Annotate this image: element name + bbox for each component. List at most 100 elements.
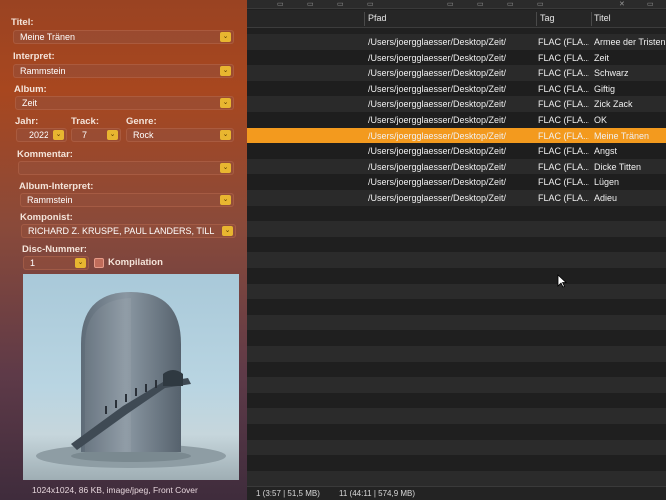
table-row[interactable]: /Users/joergglaesser/Desktop/Zeit/FLAC (… [247,112,666,128]
empty-row [247,377,666,394]
album-cover-image[interactable] [23,274,239,480]
chevron-down-icon[interactable]: ⌄ [220,32,231,42]
comment-field[interactable]: ⌄ [18,161,234,175]
chevron-down-icon[interactable]: ⌄ [75,258,86,268]
toolbar: ▭ ▭ ▭ ▭ ▭ ▭ ▭ ▭ ✕ ▭ [247,0,666,9]
toolbar-icon[interactable]: ▭ [367,0,374,8]
cell-path: /Users/joergglaesser/Desktop/Zeit/ [368,37,507,47]
title-field[interactable]: Meine Tränen ⌄ [13,30,234,44]
cell-tag: FLAC (FLA... [538,68,589,79]
toolbar-icon[interactable]: ▭ [477,0,484,8]
composer-field-value: RICHARD Z. KRUSPE, PAUL LANDERS, TILL LI… [28,226,217,236]
table-row[interactable]: /Users/joergglaesser/Desktop/Zeit/FLAC (… [247,80,666,97]
artist-field-value: Rammstein [20,66,66,76]
file-list-panel: ▭ ▭ ▭ ▭ ▭ ▭ ▭ ▭ ✕ ▭ Pfad Tag Titel /User… [247,0,666,500]
empty-row [247,392,666,409]
cell-title: Lügen [594,177,620,188]
toolbar-icon[interactable]: ▭ [537,0,544,8]
track-label: Track: [71,116,99,127]
chevron-down-icon[interactable]: ⌄ [220,163,231,173]
empty-row [247,330,666,347]
chevron-down-icon[interactable]: ⌄ [220,66,231,76]
table-row[interactable]: /Users/joergglaesser/Desktop/Zeit/FLAC (… [247,96,666,113]
empty-row [247,439,666,456]
empty-row [247,455,666,472]
genre-field-value: Rock [133,130,154,140]
status-bar: 1 (3:57 | 51,5 MB) 11 (44:11 | 574,9 MB) [247,486,666,500]
cell-title: Dicke Titten [594,161,642,172]
album-label: Album: [14,84,47,95]
cell-tag: FLAC (FLA... [538,99,589,110]
cell-tag: FLAC (FLA... [538,146,589,157]
cell-path: /Users/joergglaesser/Desktop/Zeit/ [368,146,507,157]
composer-label: Komponist: [20,212,73,223]
compilation-checkbox[interactable] [94,258,104,268]
table-row[interactable]: /Users/joergglaesser/Desktop/Zeit/FLAC (… [247,174,666,191]
empty-row [247,236,666,253]
toolbar-icon[interactable]: ▭ [447,0,454,8]
empty-row [247,283,666,300]
year-label: Jahr: [15,116,39,127]
cover-artwork-drawing [36,292,226,468]
track-field[interactable]: 7 ⌄ [71,128,121,142]
cell-title: OK [594,115,608,125]
column-separator[interactable] [591,12,592,26]
cell-path: /Users/joergglaesser/Desktop/Zeit/ [368,193,507,203]
cell-tag: FLAC (FLA... [538,193,589,203]
album-artist-field[interactable]: Rammstein ⌄ [20,193,234,207]
chevron-down-icon[interactable]: ⌄ [53,130,64,140]
chevron-down-icon[interactable]: ⌄ [220,98,231,108]
table-row[interactable]: /Users/joergglaesser/Desktop/Zeit/FLAC (… [247,34,666,50]
cell-path: /Users/joergglaesser/Desktop/Zeit/ [368,177,507,188]
cell-tag: FLAC (FLA... [538,83,589,94]
empty-row [247,221,666,238]
cell-path: /Users/joergglaesser/Desktop/Zeit/ [368,83,507,94]
artist-field[interactable]: Rammstein ⌄ [13,64,234,78]
toolbar-icon[interactable]: ▭ [307,0,314,8]
status-selection: 1 (3:57 | 51,5 MB) [256,489,320,498]
table-row[interactable]: /Users/joergglaesser/Desktop/Zeit/FLAC (… [247,65,666,82]
genre-field[interactable]: Rock ⌄ [126,128,234,142]
year-field-value: 2022 [29,130,48,140]
table-row[interactable]: /Users/joergglaesser/Desktop/Zeit/FLAC (… [247,190,666,206]
cell-title: Adieu [594,193,618,203]
chevron-down-icon[interactable]: ⌄ [220,130,231,140]
toolbar-icon[interactable]: ▭ [647,0,654,8]
column-header-tag[interactable]: Tag [540,13,555,23]
table-row[interactable]: /Users/joergglaesser/Desktop/Zeit/FLAC (… [247,49,666,66]
disc-number-field[interactable]: 1 ⌄ [23,256,89,270]
cell-title: Armee der Tristen [594,37,666,47]
tools-icon[interactable]: ✕ [619,0,625,8]
toolbar-icon[interactable]: ▭ [337,0,344,8]
cell-path: /Users/joergglaesser/Desktop/Zeit/ [368,68,507,79]
composer-field[interactable]: RICHARD Z. KRUSPE, PAUL LANDERS, TILL LI… [21,224,236,238]
column-separator[interactable] [536,12,537,26]
album-field[interactable]: Zeit ⌄ [15,96,234,110]
empty-row [247,252,666,269]
empty-row [247,361,666,378]
cell-path: /Users/joergglaesser/Desktop/Zeit/ [368,130,507,141]
cell-title: Zick Zack [594,99,633,110]
toolbar-icon[interactable]: ▭ [507,0,514,8]
empty-row [247,470,666,487]
table-row[interactable]: /Users/joergglaesser/Desktop/Zeit/FLAC (… [247,158,666,175]
chevron-down-icon[interactable]: ⌄ [220,195,231,205]
empty-row [247,268,666,284]
toolbar-icon[interactable]: ▭ [277,0,284,8]
column-header-path[interactable]: Pfad [368,13,387,23]
mouse-pointer-shape [557,274,568,288]
cell-path: /Users/joergglaesser/Desktop/Zeit/ [368,161,507,172]
column-separator[interactable] [364,12,365,26]
title-label: Titel: [11,17,34,28]
album-artist-field-value: Rammstein [27,195,73,205]
title-field-value: Meine Tränen [20,32,76,42]
chevron-down-icon[interactable]: ⌄ [107,130,118,140]
chevron-down-icon[interactable]: ⌄ [222,226,233,236]
column-header-title[interactable]: Titel [594,13,611,23]
table-row[interactable]: /Users/joergglaesser/Desktop/Zeit/FLAC (… [247,143,666,160]
cell-title: Schwarz [594,68,629,79]
table-row-selected[interactable]: /Users/joergglaesser/Desktop/Zeit/FLAC (… [247,127,666,144]
year-field[interactable]: 2022 ⌄ [16,128,67,142]
empty-row [247,314,666,331]
cell-tag: FLAC (FLA... [538,130,589,141]
